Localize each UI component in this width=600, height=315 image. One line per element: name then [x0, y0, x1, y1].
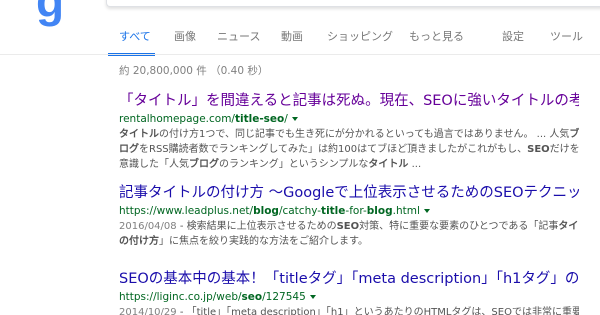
- result-snippet: タイトルの付け方1つで、同じ記事でも生き死にが分かれるといっても過言ではありませ…: [119, 127, 579, 172]
- result-url-suffix: /127545: [262, 291, 306, 303]
- result-url: https://liginc.co.jp/web/seo/127545: [119, 290, 579, 305]
- result-title-link[interactable]: SEOの基本中の基本！「titleタグ」「meta description」「h…: [119, 270, 579, 288]
- snippet-text: - 「title」「meta description」「h1」というあたりのHT…: [176, 307, 579, 315]
- snippet-text: のランキング」というシンプルな: [219, 159, 369, 170]
- snippet-bold: タイトル: [368, 159, 409, 170]
- snippet-line: の付け方」に焦点を絞り実践的な方法をご紹介します。: [119, 234, 579, 249]
- snippet-bold: ブ: [569, 129, 579, 140]
- result-url-part: /catchy-: [278, 205, 322, 217]
- search-input[interactable]: [106, 0, 600, 7]
- result-url-part: -for-: [345, 205, 367, 217]
- tab-more[interactable]: もっと見る: [409, 28, 464, 44]
- google-logo[interactable]: g: [36, 0, 64, 24]
- snippet-bold: タイトル: [119, 129, 159, 140]
- snippet-bold: SEO: [336, 221, 360, 232]
- result-url: https://www.leadplus.net/blog/catchy-tit…: [119, 204, 579, 219]
- snippet-text: - 検索結果に上位表示させるための: [176, 221, 337, 232]
- tabs-divider: [0, 54, 600, 55]
- snippet-bold: SEO: [527, 144, 550, 155]
- tab-news[interactable]: ニュース: [217, 28, 260, 44]
- snippet-bold: ブログ: [189, 159, 219, 170]
- result-date: 2016/04/08: [119, 221, 177, 232]
- result-menu-arrow-icon[interactable]: [291, 117, 298, 121]
- result-url-keyword: title: [321, 205, 346, 217]
- snippet-line: タイトルの付け方1つで、同じ記事でも生き死にが分かれるといっても過言ではありませ…: [119, 127, 579, 142]
- snippet-bold: タイトル: [558, 221, 579, 232]
- search-results-page: g すべて 画像 ニュース 動画 ショッピング もっと見る 設定 ツール 約 2…: [0, 0, 600, 315]
- result-title-link[interactable]: 「タイトル」を間違えると記事は死ぬ。現在、SEOに強いタイトルの考...: [119, 92, 579, 110]
- snippet-text: 意識した「人気: [119, 159, 189, 170]
- tab-settings[interactable]: 設定: [502, 28, 524, 44]
- result-url-keyword: title-seo: [234, 113, 285, 125]
- result-url-prefix: https://liginc.co.jp/web/: [119, 291, 242, 303]
- snippet-text: だけを: [549, 144, 579, 155]
- result-date: 2014/10/29: [119, 307, 177, 315]
- result-url-keyword: seo: [241, 291, 263, 303]
- search-result: 「タイトル」を間違えると記事は死ぬ。現在、SEOに強いタイトルの考... ren…: [119, 92, 579, 172]
- result-menu-arrow-icon[interactable]: [309, 295, 316, 299]
- snippet-text: をRSS購読者数でランキングしてみた」は約100はてブほど頂きましたがこれがもし…: [139, 144, 528, 155]
- result-url-prefix: https://www.leadplus.net/: [119, 205, 254, 217]
- tab-all[interactable]: すべて: [119, 28, 151, 44]
- search-tabs: すべて 画像 ニュース 動画 ショッピング もっと見る 設定 ツール: [0, 22, 600, 56]
- tab-videos[interactable]: 動画: [281, 28, 303, 44]
- search-result: SEOの基本中の基本！「titleタグ」「meta description」「h…: [119, 270, 579, 315]
- snippet-line: 意識した「人気ブログのランキング」というシンプルなタイトル ...: [119, 157, 579, 172]
- result-url-suffix: /: [284, 113, 288, 125]
- tab-images[interactable]: 画像: [174, 28, 196, 44]
- result-url-prefix: rentalhomepage.com/: [119, 113, 235, 125]
- snippet-text: 」に焦点を絞り実践的な方法をご紹介します。: [159, 236, 368, 247]
- snippet-line: 2016/04/08 - 検索結果に上位表示させるためのSEO対策、特に重要な要…: [119, 219, 579, 234]
- result-title-link[interactable]: 記事タイトルの付け方 〜Googleで上位表示させるためのSEOテクニッ...: [119, 184, 579, 202]
- snippet-text: の付け方1つで、同じ記事でも生き死にが分かれるといっても過言ではありません。 .…: [159, 129, 570, 140]
- tab-shopping[interactable]: ショッピング: [327, 28, 393, 44]
- snippet-text: 対策、特に重要な要素のひとつである「記事: [359, 221, 559, 232]
- result-menu-arrow-icon[interactable]: [423, 209, 430, 213]
- result-stats: 約 20,800,000 件 （0.40 秒）: [119, 65, 269, 77]
- result-url-suffix: .html: [392, 205, 420, 217]
- result-url-keyword: blog: [253, 205, 279, 217]
- result-snippet: 2016/04/08 - 検索結果に上位表示させるためのSEO対策、特に重要な要…: [119, 219, 579, 249]
- snippet-line: ログをRSS購読者数でランキングしてみた」は約100はてブほど頂きましたがこれが…: [119, 142, 579, 157]
- tab-tools[interactable]: ツール: [550, 28, 583, 44]
- snippet-line: 2014/10/29 - 「title」「meta description」「h…: [119, 305, 579, 315]
- snippet-bold: ログ: [119, 144, 139, 155]
- result-snippet: 2014/10/29 - 「title」「meta description」「h…: [119, 305, 579, 315]
- snippet-bold: の付け方: [119, 236, 159, 247]
- result-url: rentalhomepage.com/title-seo/: [119, 112, 579, 127]
- search-result: 記事タイトルの付け方 〜Googleで上位表示させるためのSEOテクニッ... …: [119, 184, 579, 249]
- snippet-text: ...: [408, 159, 422, 170]
- result-url-keyword: blog: [366, 205, 393, 217]
